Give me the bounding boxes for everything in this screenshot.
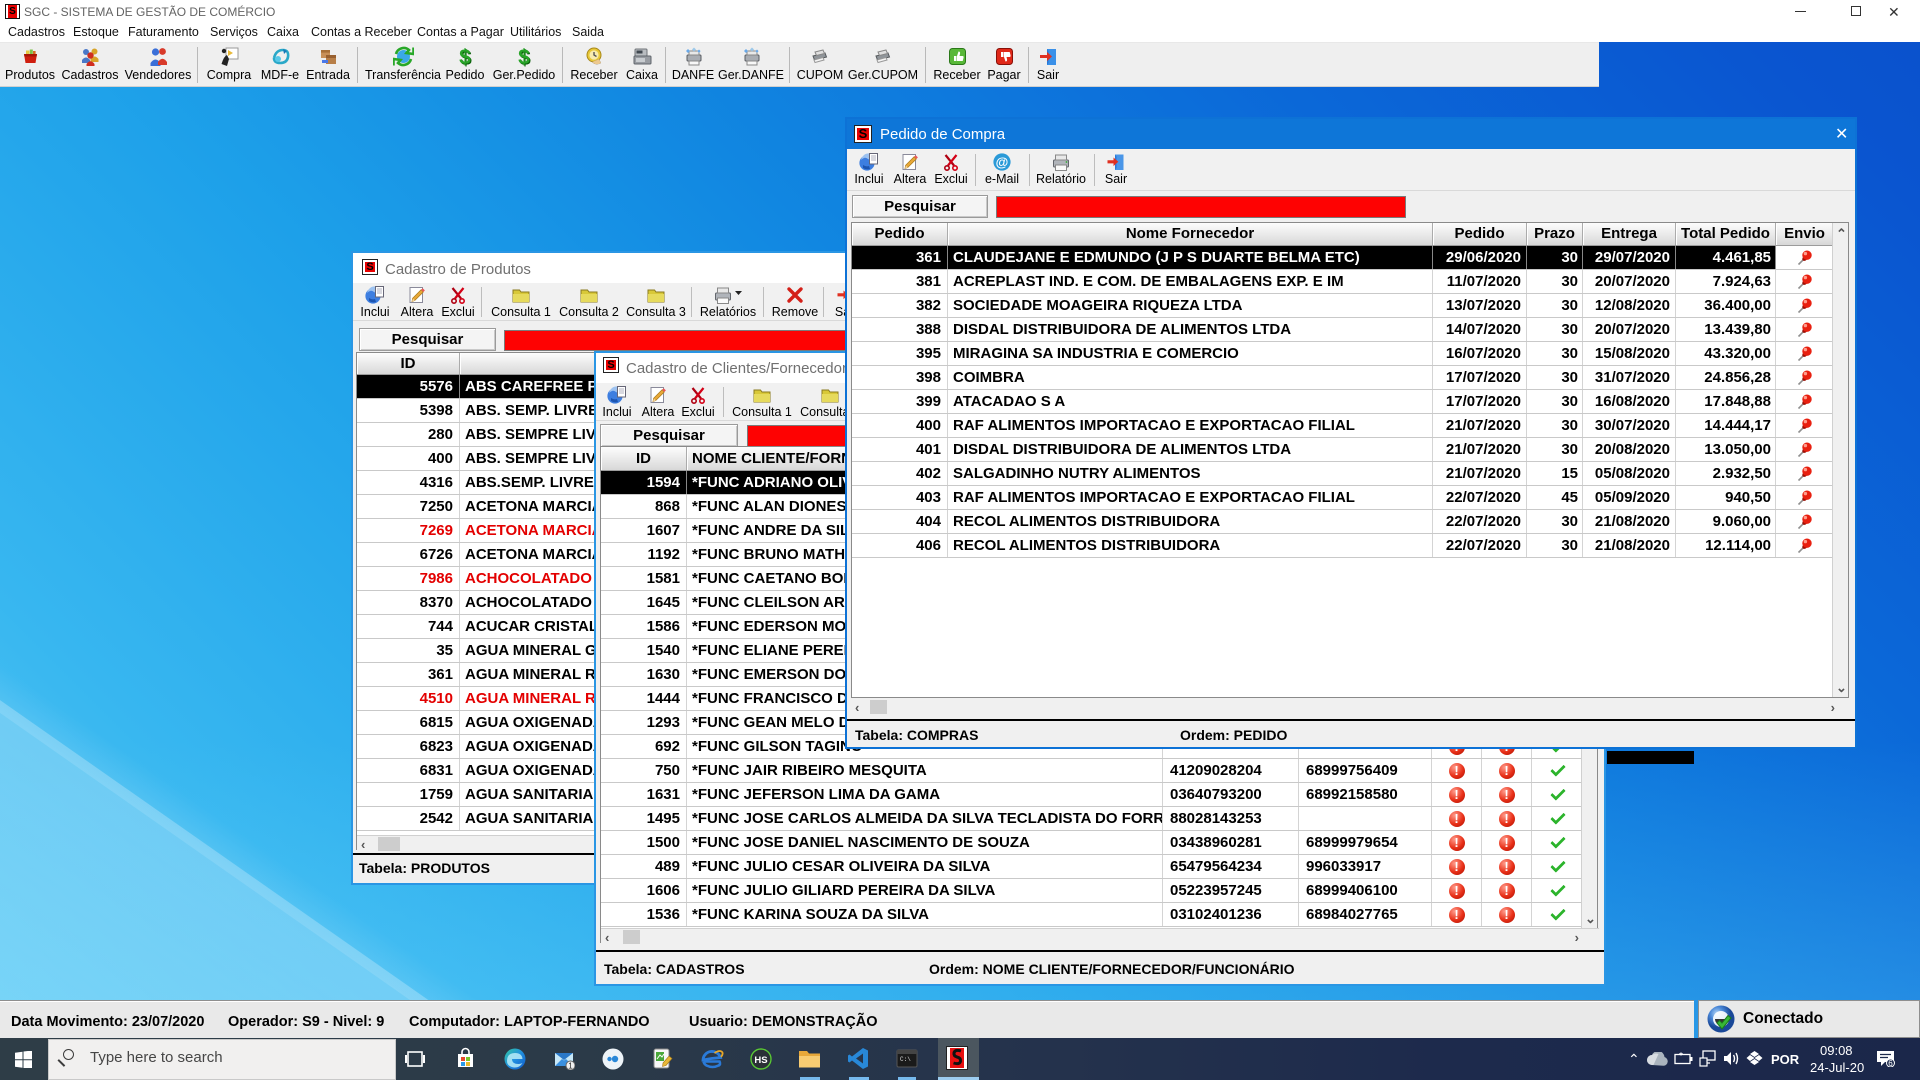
svg-text:6: 6 <box>1888 1059 1893 1067</box>
svg-text:HS: HS <box>754 1055 767 1066</box>
svg-text:C:\: C:\ <box>900 1056 911 1063</box>
svg-text:1: 1 <box>568 1062 573 1071</box>
svg-text:@: @ <box>996 155 1009 170</box>
